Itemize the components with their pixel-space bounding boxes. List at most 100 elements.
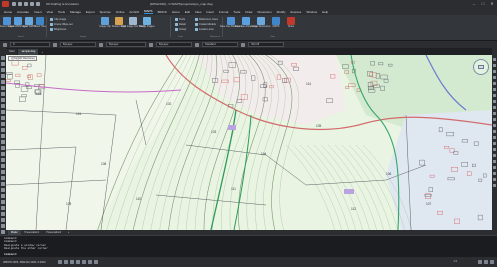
panel-tool-icon[interactable] bbox=[493, 166, 496, 169]
menu-item-edit[interactable]: Edit bbox=[185, 10, 190, 14]
annotation-scale[interactable]: 1:1 bbox=[453, 260, 457, 263]
draw-tool-icon[interactable] bbox=[1, 146, 5, 150]
color-icon[interactable] bbox=[53, 42, 57, 47]
image-button-2[interactable]: Gold Image Into World bbox=[121, 17, 145, 29]
panel-tool-icon[interactable] bbox=[493, 178, 496, 181]
tools-small-button-1[interactable]: Detail bbox=[175, 23, 186, 26]
lineweight-dropdown[interactable]: ByLayer bbox=[156, 42, 192, 47]
settings-icon[interactable] bbox=[484, 260, 488, 264]
draw-tool-icon[interactable] bbox=[1, 122, 5, 126]
menu-item-view[interactable]: View bbox=[47, 10, 53, 14]
polar-toggle-icon[interactable] bbox=[75, 260, 80, 264]
draw-tool-icon[interactable] bbox=[1, 176, 5, 180]
menu-item-help[interactable]: Help bbox=[322, 10, 328, 14]
panel-tool-icon[interactable] bbox=[493, 82, 496, 85]
menu-item-online[interactable]: Online bbox=[116, 10, 125, 14]
menu-item-home[interactable]: Home bbox=[172, 10, 180, 14]
strack-toggle-icon[interactable] bbox=[87, 260, 92, 264]
panel-tool-icon[interactable] bbox=[493, 184, 496, 187]
tools-small-button-2[interactable]: Group bbox=[175, 28, 186, 31]
ortho-toggle-icon[interactable] bbox=[69, 260, 74, 264]
draw-tool-icon[interactable] bbox=[1, 92, 5, 96]
ribbon-small-button-0[interactable]: Clip image bbox=[50, 18, 66, 21]
reference-button-4[interactable]: Close bbox=[286, 17, 296, 29]
panel-tool-icon[interactable] bbox=[493, 172, 496, 175]
draw-tool-icon[interactable] bbox=[1, 230, 5, 234]
layer-dropdown[interactable]: 0 bbox=[10, 42, 50, 47]
panel-tool-icon[interactable] bbox=[493, 94, 496, 97]
text-style-dropdown[interactable]: Standard bbox=[202, 42, 238, 47]
menu-item-format[interactable]: Format bbox=[219, 10, 229, 14]
fullscreen-icon[interactable] bbox=[490, 260, 494, 264]
view-cube[interactable] bbox=[473, 59, 489, 75]
panel-tool-icon[interactable] bbox=[493, 160, 496, 163]
menu-item-express[interactable]: Express bbox=[290, 10, 301, 14]
view-cube-face[interactable] bbox=[478, 65, 484, 69]
menu-item-insert[interactable]: Insert bbox=[34, 10, 42, 14]
draw-tool-icon[interactable] bbox=[1, 194, 5, 198]
tools-small-button-0[interactable]: Tools bbox=[175, 18, 185, 21]
draw-tool-icon[interactable] bbox=[1, 134, 5, 138]
draw-tool-icon[interactable] bbox=[1, 116, 5, 120]
panel-tool-icon[interactable] bbox=[493, 106, 496, 109]
dimstyle-dropdown[interactable]: ISO-25 bbox=[248, 42, 284, 47]
lweight-toggle-icon[interactable] bbox=[93, 260, 98, 264]
color-dropdown[interactable]: ByLayer bbox=[60, 42, 96, 47]
esnap-toggle-icon[interactable] bbox=[81, 260, 86, 264]
menu-item-modify[interactable]: Modify bbox=[277, 10, 286, 14]
draw-tool-icon[interactable] bbox=[1, 104, 5, 108]
panel-tool-icon[interactable] bbox=[493, 88, 496, 91]
menu-item-view[interactable]: View bbox=[195, 10, 201, 14]
menu-item-window[interactable]: Window bbox=[306, 10, 317, 14]
menu-item-maps[interactable]: MAPS bbox=[144, 9, 153, 14]
image-button-0[interactable]: Image Clip bbox=[99, 17, 111, 29]
draw-tool-icon[interactable] bbox=[1, 218, 5, 222]
draw-tool-icon[interactable] bbox=[1, 158, 5, 162]
image-button-3[interactable]: Merge Images bbox=[139, 17, 155, 29]
reference-button-3[interactable]: MAPS bbox=[271, 17, 281, 29]
panel-tool-icon[interactable] bbox=[493, 142, 496, 145]
workspace-icon[interactable] bbox=[478, 260, 482, 264]
viewport-controls[interactable]: [-][Top][2D Wireframe] bbox=[8, 56, 38, 61]
reference-small-button-1[interactable]: Create Models bbox=[195, 23, 216, 26]
text-style-icon[interactable] bbox=[195, 42, 199, 47]
menu-item-tools[interactable]: Tools bbox=[58, 10, 65, 14]
linetype-dropdown[interactable]: ByLayer bbox=[106, 42, 146, 47]
reference-button-2[interactable]: Image Referencer bbox=[251, 17, 271, 29]
draw-tool-icon[interactable] bbox=[1, 188, 5, 192]
draw-tool-icon[interactable] bbox=[1, 86, 5, 90]
workspace-selector[interactable]: 2D Drafting & Annotation bbox=[46, 2, 79, 6]
draw-tool-icon[interactable] bbox=[1, 224, 5, 228]
panel-tool-icon[interactable] bbox=[493, 76, 496, 79]
menu-item-annotate[interactable]: Annotate bbox=[17, 10, 29, 14]
maximize-button[interactable]: □ bbox=[480, 1, 486, 6]
lineweight-icon[interactable] bbox=[149, 42, 153, 47]
menu-item-export[interactable]: Export bbox=[86, 10, 95, 14]
panel-tool-icon[interactable] bbox=[493, 136, 496, 139]
insert-button-2[interactable]: Insert WMTS bbox=[22, 17, 36, 29]
close-button[interactable]: ✕ bbox=[489, 1, 495, 6]
panel-tool-icon[interactable] bbox=[493, 100, 496, 103]
redo-icon[interactable] bbox=[36, 2, 40, 6]
menu-item-draw[interactable]: Draw bbox=[245, 10, 252, 14]
command-input[interactable]: Command: bbox=[4, 252, 17, 256]
panel-tool-icon[interactable] bbox=[493, 118, 496, 121]
draw-tool-icon[interactable] bbox=[1, 200, 5, 204]
topographic-map[interactable]: 101 102 103 104 105 106 107 108 109 110 111 112 113 1… bbox=[6, 55, 492, 230]
draw-tool-icon[interactable] bbox=[1, 74, 5, 78]
draw-tool-icon[interactable] bbox=[1, 206, 5, 210]
draw-tool-icon[interactable] bbox=[1, 164, 5, 168]
panel-tool-icon[interactable] bbox=[493, 124, 496, 127]
menu-item-home[interactable]: Home bbox=[4, 10, 12, 14]
panel-tool-icon[interactable] bbox=[493, 58, 496, 61]
grid-toggle-icon[interactable] bbox=[63, 260, 68, 264]
draw-tool-icon[interactable] bbox=[1, 98, 5, 102]
minimize-button[interactable]: – bbox=[471, 1, 477, 6]
draw-tool-icon[interactable] bbox=[1, 182, 5, 186]
panel-tool-icon[interactable] bbox=[493, 154, 496, 157]
ribbon-small-button-1[interactable]: Frame Wipe-out bbox=[50, 23, 73, 26]
reference-button-1[interactable]: Save Geo Reference bbox=[235, 17, 257, 29]
dimstyle-icon[interactable] bbox=[241, 42, 245, 47]
draw-tool-icon[interactable] bbox=[1, 68, 5, 72]
panel-tool-icon[interactable] bbox=[493, 112, 496, 115]
